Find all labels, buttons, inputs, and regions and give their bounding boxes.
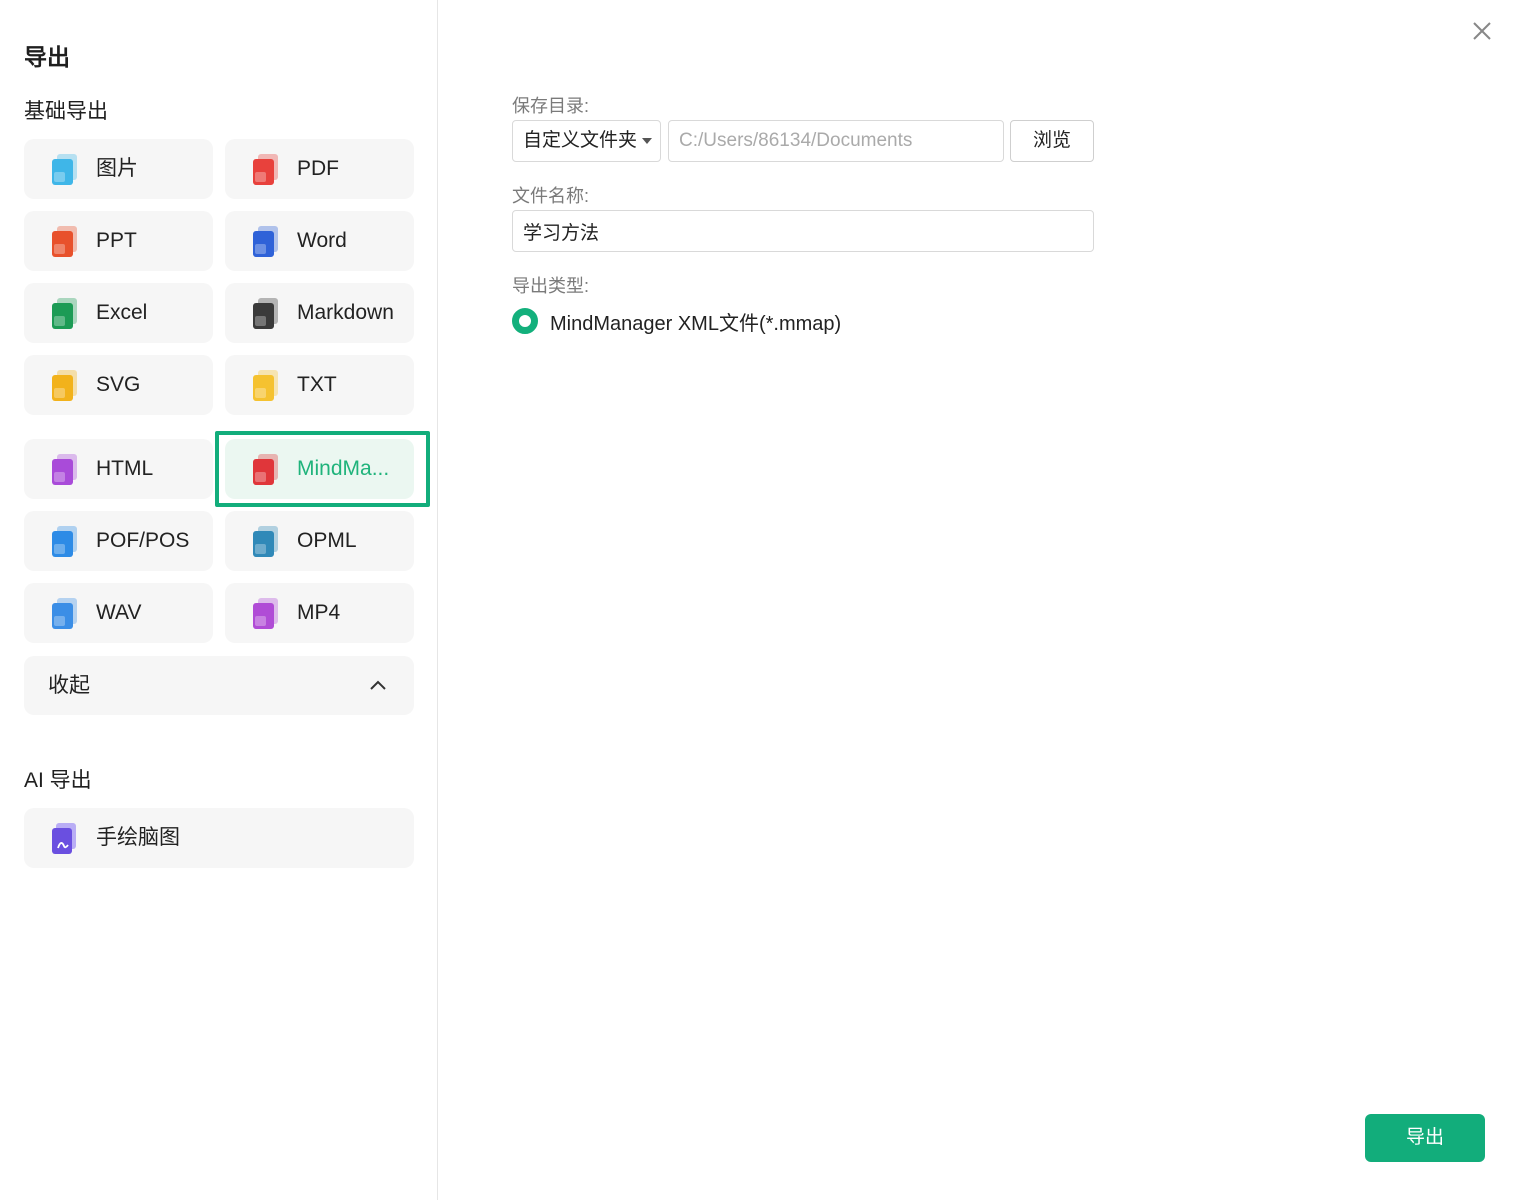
word-file-icon (253, 226, 278, 257)
browse-button[interactable]: 浏览 (1010, 120, 1094, 162)
format-label: POF/POS (96, 529, 190, 552)
ai-export-heading: AI 导出 (24, 769, 92, 792)
format-button-mindmanager[interactable]: MindMa... (225, 439, 414, 499)
basic-export-heading: 基础导出 (24, 100, 108, 123)
dir-type-select[interactable]: 自定义文件夹 (512, 120, 661, 162)
export-type-option-label: MindManager XML文件(*.mmap) (550, 312, 842, 335)
export-button[interactable]: 导出 (1365, 1114, 1485, 1162)
format-label: PDF (297, 157, 339, 180)
format-button-markdown[interactable]: Markdown (225, 283, 414, 343)
format-label: Word (297, 229, 347, 252)
format-button-txt[interactable]: TXT (225, 355, 414, 415)
format-label: PPT (96, 229, 137, 252)
format-button-wav[interactable]: WAV (24, 583, 213, 643)
format-label: WAV (96, 601, 142, 624)
html-file-icon (52, 454, 77, 485)
filename-input[interactable] (512, 210, 1094, 252)
hand-drawn-mindmap-label: 手绘脑图 (96, 826, 180, 849)
markdown-file-icon (253, 298, 278, 329)
format-button-pdf[interactable]: PDF (225, 139, 414, 199)
export-type-option[interactable]: MindManager XML文件(*.mmap) (512, 306, 841, 336)
pdf-file-icon (253, 154, 278, 185)
format-button-pof[interactable]: POF/POS (24, 511, 213, 571)
excel-file-icon (52, 298, 77, 329)
pof-file-icon (52, 526, 77, 557)
collapse-label: 收起 (48, 674, 90, 697)
mindmanager-file-icon (253, 454, 278, 485)
radio-selected-icon[interactable] (512, 308, 538, 334)
dir-path-input[interactable] (668, 120, 1004, 162)
dir-type-value: 自定义文件夹 (523, 130, 638, 151)
format-label: HTML (96, 457, 154, 480)
format-label: Markdown (297, 301, 394, 324)
close-icon[interactable] (1470, 19, 1494, 43)
hand-drawn-mindmap-button[interactable]: 手绘脑图 (24, 808, 414, 868)
dropdown-caret-icon (642, 138, 652, 144)
format-label: MindMa... (297, 457, 390, 480)
opml-file-icon (253, 526, 278, 557)
format-label: SVG (96, 373, 141, 396)
format-button-opml[interactable]: OPML (225, 511, 414, 571)
export-sidebar: 导出 基础导出 图片 PDF PPT Word Excel Markdown SVG TXT H… (0, 0, 438, 1200)
export-type-label: 导出类型: (512, 276, 590, 296)
format-label: TXT (297, 373, 337, 396)
format-button-excel[interactable]: Excel (24, 283, 213, 343)
format-button-ppt[interactable]: PPT (24, 211, 213, 271)
image-file-icon (52, 154, 77, 185)
mp4-file-icon (253, 598, 278, 629)
ppt-file-icon (52, 226, 77, 257)
chevron-up-icon (370, 680, 386, 690)
save-dir-label: 保存目录: (512, 96, 590, 116)
collapse-button[interactable]: 收起 (24, 656, 414, 715)
format-button-image[interactable]: 图片 (24, 139, 213, 199)
format-label: OPML (297, 529, 357, 552)
svg-file-icon (52, 370, 77, 401)
wav-file-icon (52, 598, 77, 629)
format-button-svg[interactable]: SVG (24, 355, 213, 415)
format-label: Excel (96, 301, 148, 324)
format-button-word[interactable]: Word (225, 211, 414, 271)
format-button-mp4[interactable]: MP4 (225, 583, 414, 643)
format-label: 图片 (96, 157, 138, 180)
txt-file-icon (253, 370, 278, 401)
dialog-title: 导出 (24, 44, 70, 70)
format-button-html[interactable]: HTML (24, 439, 213, 499)
filename-label: 文件名称: (512, 186, 590, 206)
format-label: MP4 (297, 601, 341, 624)
hand-drawn-mindmap-icon (52, 823, 76, 854)
